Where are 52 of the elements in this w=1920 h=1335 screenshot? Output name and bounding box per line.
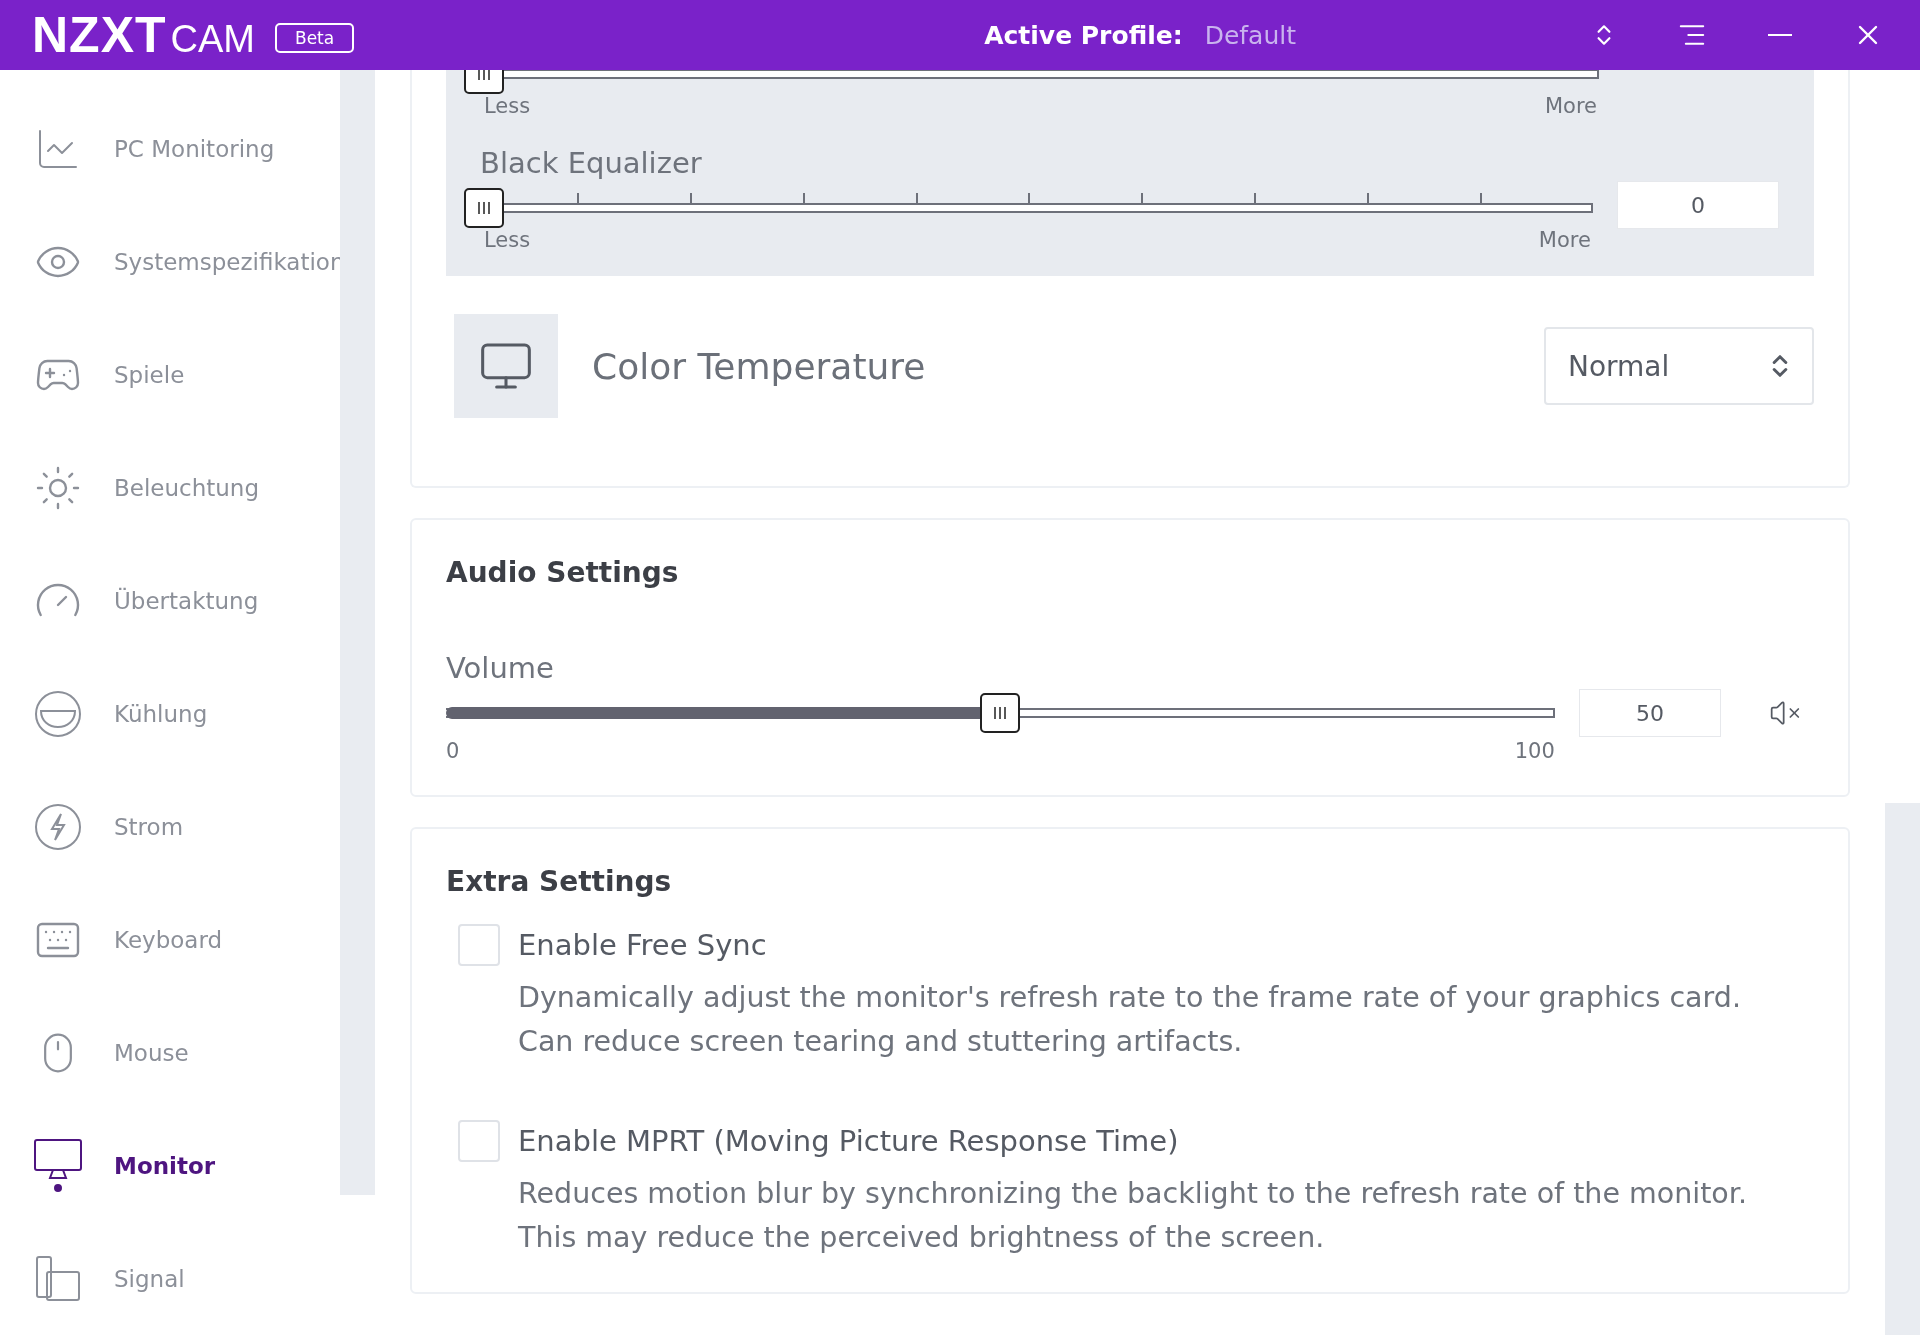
logo-subtext: CAM [170,17,255,61]
sidebar-item[interactable]: Strom [0,770,340,883]
tick-mark [689,193,692,203]
tick-mark [1254,193,1257,203]
max-label: 100 [1514,739,1555,763]
tick-mark [1480,193,1482,203]
slider-label: Black Equalizer [480,146,703,180]
max-label: More [1544,94,1597,118]
monitor-icon [454,314,558,418]
monitor-icon [32,1137,84,1194]
sidebar-item[interactable]: PC Monitoring [0,92,340,205]
temperature-select[interactable]: Normal [1544,327,1814,405]
max-label: More [1538,228,1591,252]
sidebar-item[interactable]: Signal [0,1222,340,1335]
option-label: Enable MPRT (Moving Picture Response Time) [518,1123,1180,1160]
profile-value[interactable]: Default [1204,20,1297,50]
option-description: Reduces motion blur by synchronizing the backlight to the refresh rate of the monitor. [518,1177,1747,1210]
checkbox[interactable] [458,924,500,966]
tick-mark [1141,193,1144,203]
section-title: Extra Settings [446,865,673,898]
sidebar-item[interactable]: Kühlung [0,657,340,770]
tick-mark [1367,193,1370,203]
min-label: 0 [446,739,460,763]
option-label: Enable Free Sync [518,927,768,964]
sidebar-item[interactable]: Monitor [0,1109,340,1222]
sidebar-item[interactable]: Übertaktung [0,544,340,657]
section-title: Audio Settings [446,556,680,589]
slider-handle[interactable] [980,693,1021,733]
sidebar-item[interactable]: Beleuchtung [0,431,340,544]
volume-field[interactable]: 50 [1578,689,1722,737]
option-description: Can reduce screen tearing and stuttering artifacts. [518,1025,1243,1058]
volume-label: Volume [446,651,555,685]
profile-label: Active Profile: [984,20,1183,50]
tick-mark [915,193,918,203]
min-label: Less [484,228,531,252]
option-description: Dynamically adjust the monitor's refresh rate to the frame rate of your graphics card. [518,981,1741,1014]
tick-mark [802,193,805,203]
sidebar-item[interactable]: Systemspezifikation [0,205,340,318]
setting-label: Color Temperature [592,345,927,387]
value-field[interactable]: 0 [1616,181,1779,229]
checkbox[interactable] [458,1120,500,1162]
minimize-icon [1768,34,1792,36]
sidebar-item[interactable]: Spiele [0,318,340,431]
slider-handle[interactable] [464,188,504,228]
tick-mark [576,193,579,203]
beta-badge: Beta [275,23,355,53]
min-label: Less [484,94,531,118]
tick-mark [1028,193,1031,203]
logo-text: NZXT [32,6,167,64]
sidebar-item[interactable]: Mouse [0,996,340,1109]
option-description: This may reduce the perceived brightness of the screen. [518,1221,1325,1254]
sidebar-item[interactable]: Keyboard [0,883,340,996]
